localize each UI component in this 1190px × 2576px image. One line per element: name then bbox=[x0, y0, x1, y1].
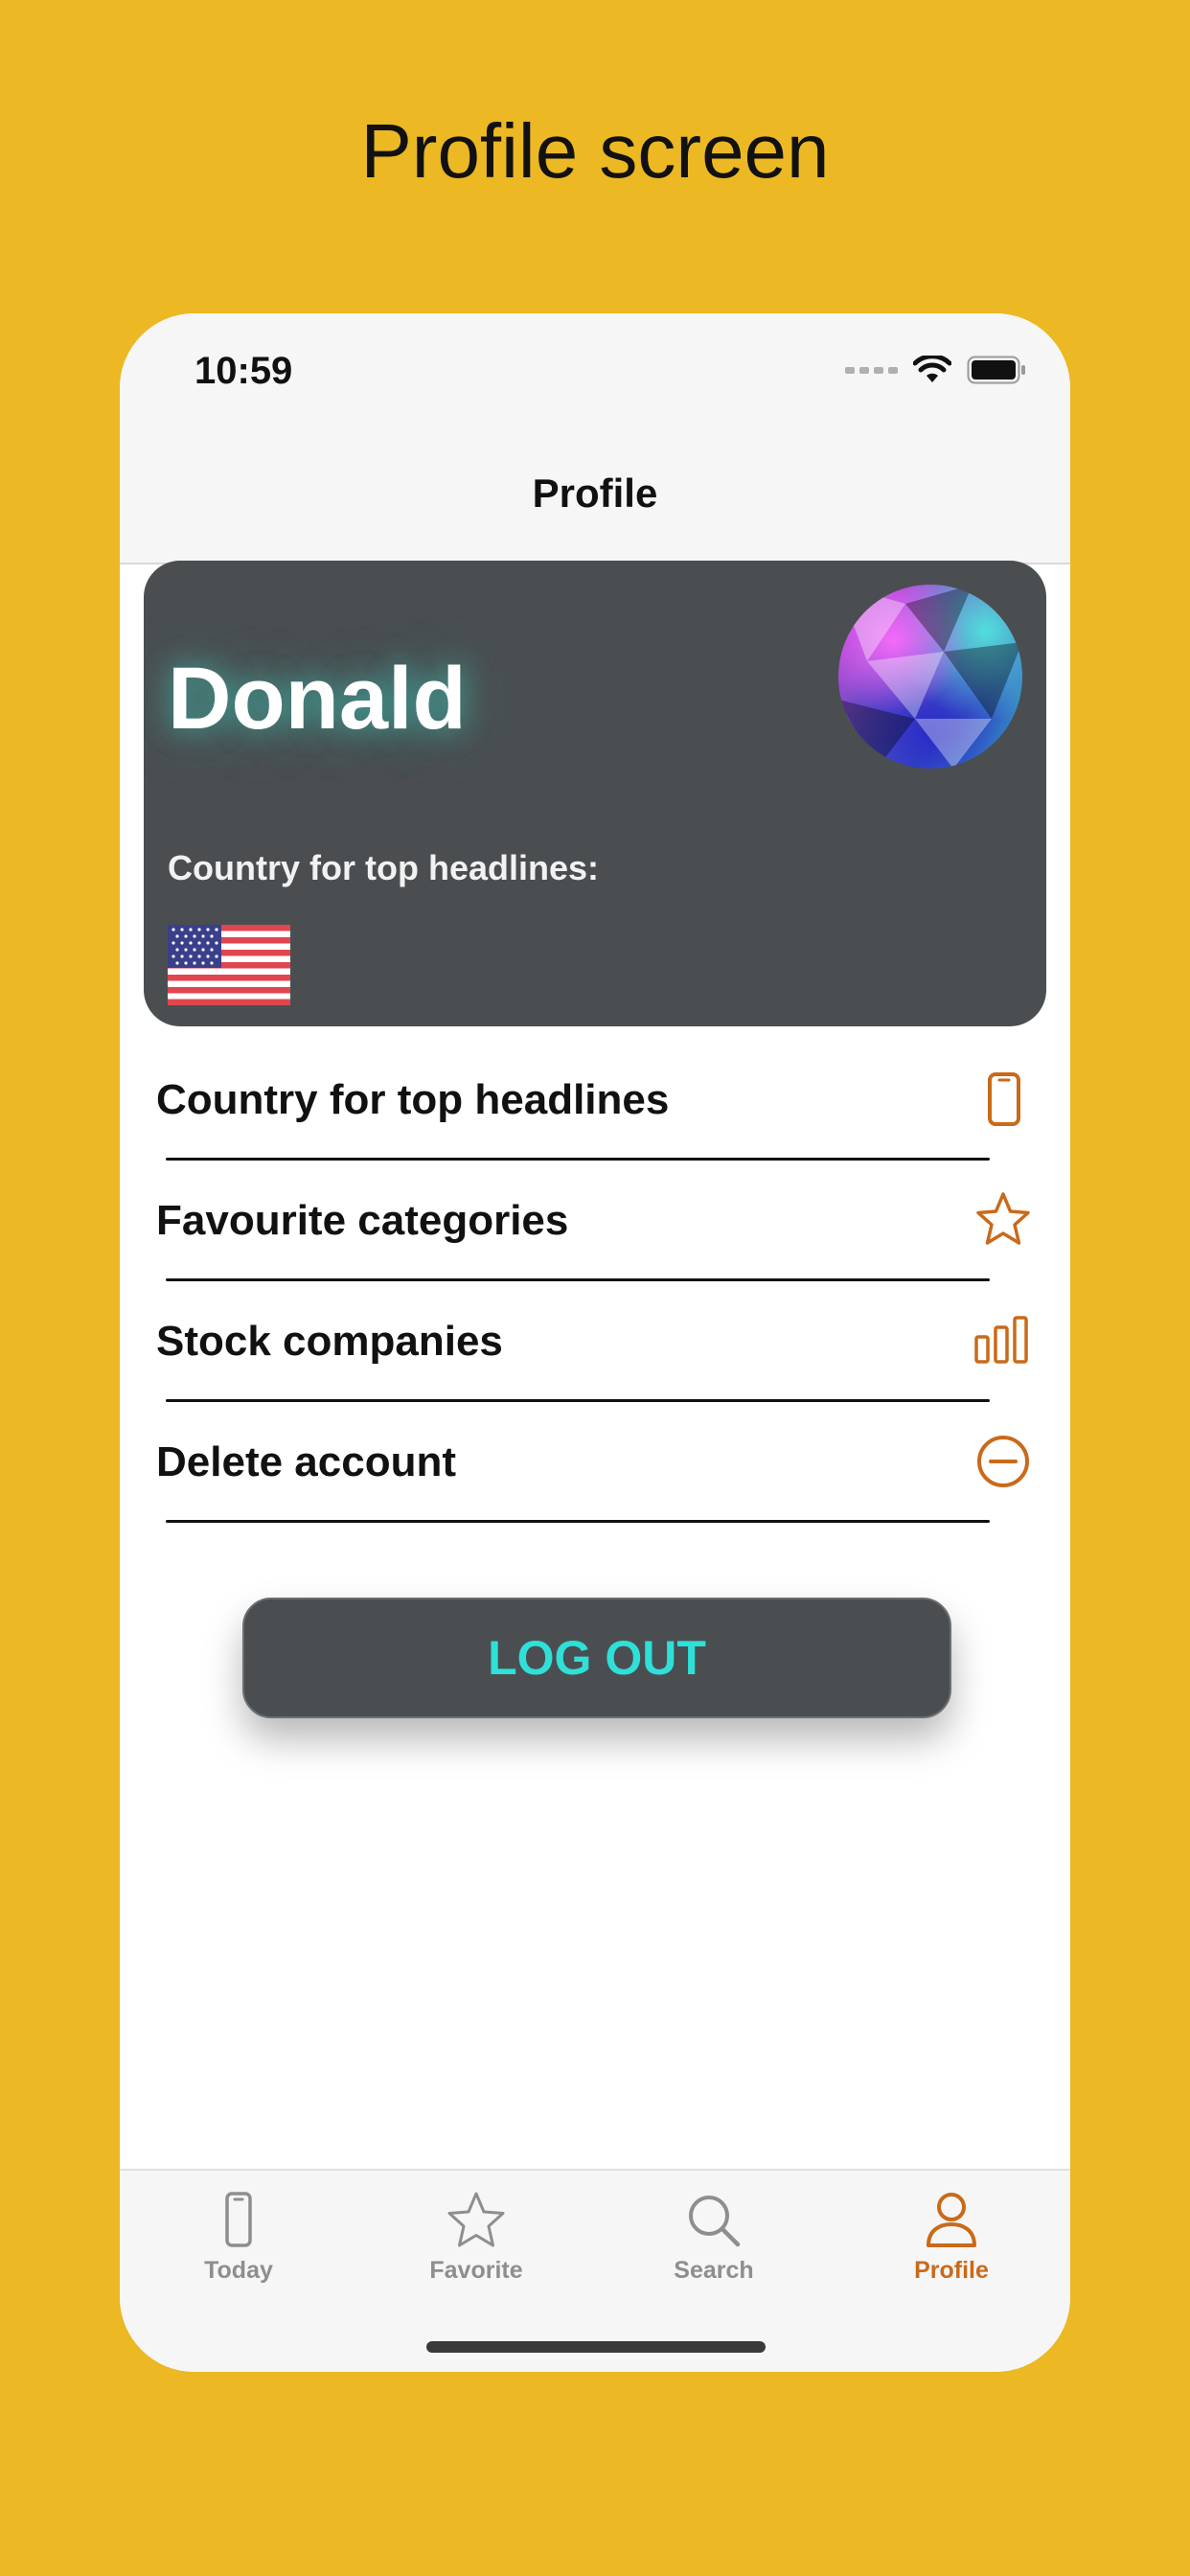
menu-item-country[interactable]: Country for top headlines bbox=[156, 1040, 1034, 1161]
tab-search[interactable]: Search bbox=[595, 2190, 833, 2305]
minus-circle-icon bbox=[977, 1436, 1029, 1487]
tab-label: Profile bbox=[914, 2257, 989, 2284]
status-time: 10:59 bbox=[195, 350, 293, 392]
tab-bar: Today Favorite Search Profile bbox=[120, 2169, 1070, 2372]
phone-icon bbox=[988, 1072, 1020, 1126]
person-icon bbox=[927, 2193, 976, 2247]
user-name: Donald bbox=[168, 650, 467, 748]
menu-item-stock-companies[interactable]: Stock companies bbox=[156, 1281, 1034, 1402]
phone-frame: 10:59 Profile Donald Country for top hea… bbox=[120, 313, 1070, 2372]
logout-button[interactable]: LOG OUT bbox=[242, 1598, 951, 1718]
promo-title: Profile screen bbox=[360, 108, 830, 194]
signal-icon bbox=[845, 366, 898, 374]
avatar[interactable] bbox=[838, 585, 1022, 769]
page-title: Profile bbox=[532, 471, 658, 516]
status-icons bbox=[845, 356, 1026, 384]
tab-favorite[interactable]: Favorite bbox=[357, 2190, 595, 2305]
status-bar: 10:59 bbox=[120, 313, 1070, 428]
menu-item-label: Delete account bbox=[156, 1438, 456, 1485]
phone-icon bbox=[225, 2192, 252, 2247]
wifi-icon bbox=[913, 356, 951, 382]
menu-item-label: Favourite categories bbox=[156, 1197, 569, 1244]
tab-today[interactable]: Today bbox=[120, 2190, 357, 2305]
menu-item-label: Stock companies bbox=[156, 1318, 503, 1365]
bar-chart-icon bbox=[974, 1316, 1028, 1364]
divider bbox=[166, 1520, 990, 1523]
tab-label: Today bbox=[204, 2257, 273, 2284]
battery-icon bbox=[967, 356, 1025, 384]
tab-profile[interactable]: Profile bbox=[833, 2190, 1070, 2305]
menu-item-label: Country for top headlines bbox=[156, 1076, 670, 1123]
search-icon bbox=[689, 2196, 741, 2247]
home-indicator[interactable] bbox=[426, 2341, 766, 2353]
menu-item-favourite-categories[interactable]: Favourite categories bbox=[156, 1161, 1034, 1281]
us-flag-icon bbox=[168, 925, 290, 1005]
tab-label: Search bbox=[674, 2257, 754, 2284]
logout-label: LOG OUT bbox=[488, 1631, 706, 1685]
menu-item-delete-account[interactable]: Delete account bbox=[156, 1402, 1034, 1523]
star-icon bbox=[976, 1192, 1030, 1245]
star-icon bbox=[447, 2192, 505, 2247]
navigation-bar: Profile bbox=[120, 428, 1070, 564]
profile-card: Donald Country for top headlines: bbox=[144, 561, 1046, 1026]
country-caption: Country for top headlines: bbox=[168, 848, 599, 887]
tab-label: Favorite bbox=[429, 2257, 523, 2284]
